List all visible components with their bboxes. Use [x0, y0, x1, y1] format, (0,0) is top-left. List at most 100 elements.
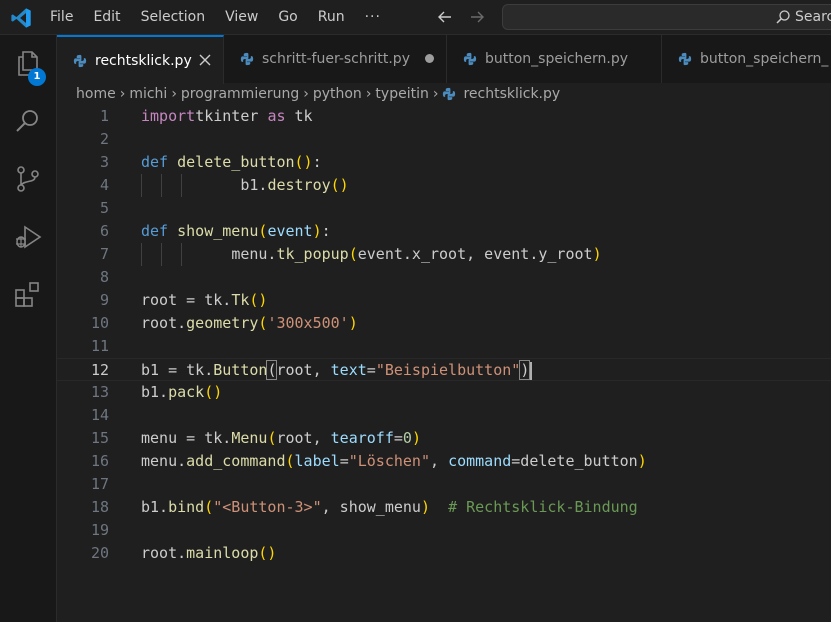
- line-number: 5: [99, 199, 109, 217]
- chevron-right-icon: ›: [303, 86, 309, 102]
- code-text: menu.add_command(label="Löschen", comman…: [141, 452, 647, 470]
- code-line[interactable]: 5: [57, 197, 831, 220]
- line-number: 3: [99, 153, 109, 171]
- python-file-icon: [463, 52, 477, 66]
- code-line[interactable]: 4 b1.destroy(): [57, 174, 831, 197]
- menu-bar: File Edit Selection View Go Run ···: [40, 0, 391, 35]
- tab-bar: rechtsklick.py schritt-fuer-schritt.py b…: [57, 35, 831, 84]
- breadcrumb-michi[interactable]: michi: [129, 86, 167, 102]
- command-center-text: Search: [795, 9, 831, 25]
- line-number: 16: [90, 452, 109, 470]
- line-number: 8: [99, 268, 109, 286]
- breadcrumb-file[interactable]: rechtsklick.py: [442, 86, 560, 102]
- code-line[interactable]: 12 b1 = tk.Button(root, text="Beispielbut…: [57, 358, 831, 381]
- breadcrumb-programmierung[interactable]: programmierung: [181, 86, 299, 102]
- code-line[interactable]: 17: [57, 473, 831, 496]
- code-text: root.geometry('300x500'): [141, 314, 358, 332]
- code-line[interactable]: 14: [57, 404, 831, 427]
- code-text: root = tk.Tk(): [141, 291, 268, 309]
- line-number: 18: [90, 498, 109, 516]
- chevron-right-icon: ›: [365, 86, 372, 102]
- arrow-right-icon[interactable]: [468, 8, 486, 26]
- code-text: importtkinter as tk: [141, 107, 313, 125]
- tab-rechtsklick[interactable]: rechtsklick.py: [57, 35, 224, 84]
- line-number: 4: [99, 176, 109, 194]
- python-file-icon: [240, 52, 254, 66]
- tab-label: rechtsklick.py: [95, 52, 192, 69]
- line-number: 15: [90, 429, 109, 447]
- tab-button-speichern-2[interactable]: button_speichern_: [662, 35, 831, 83]
- menu-selection[interactable]: Selection: [131, 0, 216, 35]
- breadcrumb-file-label: rechtsklick.py: [463, 86, 561, 102]
- line-number: 6: [99, 222, 109, 240]
- code-text: b1 = tk.Button(root, text="Beispielbutto…: [141, 359, 533, 382]
- arrow-left-icon[interactable]: [436, 8, 454, 26]
- line-number: 7: [99, 245, 109, 263]
- code-text: menu = tk.Menu(root, tearoff=0): [141, 429, 421, 447]
- code-text: def delete_button():: [141, 153, 322, 171]
- python-file-icon: [73, 54, 87, 67]
- menu-edit[interactable]: Edit: [83, 0, 130, 35]
- code-text: b1.pack(): [141, 383, 223, 401]
- breadcrumb-python[interactable]: python: [313, 86, 362, 102]
- code-text: def show_menu(event):: [141, 222, 331, 240]
- tab-label: schritt-fuer-schritt.py: [262, 51, 410, 67]
- line-number: 11: [90, 337, 109, 355]
- code-line[interactable]: 6 def show_menu(event):: [57, 220, 831, 243]
- code-text: b1.destroy(): [240, 176, 349, 194]
- code-editor[interactable]: 1 importtkinter as tk 2 3 def delete_button(…: [57, 105, 831, 622]
- source-control-icon: [17, 166, 39, 192]
- breadcrumb-home[interactable]: home: [76, 86, 116, 102]
- code-line[interactable]: 3 def delete_button():: [57, 151, 831, 174]
- modified-dot-icon[interactable]: [425, 54, 434, 63]
- explorer-badge: 1: [28, 68, 46, 86]
- tab-label: button_speichern_: [700, 51, 829, 67]
- code-line[interactable]: 13 b1.pack(): [57, 381, 831, 404]
- line-number: 20: [90, 544, 109, 562]
- menu-more-button[interactable]: ···: [355, 0, 391, 35]
- line-number: 13: [90, 383, 109, 401]
- code-line[interactable]: 15 menu = tk.Menu(root, tearoff=0): [57, 427, 831, 450]
- run-debug-icon: [16, 225, 42, 249]
- search-view-button[interactable]: [12, 105, 44, 137]
- code-text: b1.bind("<Button-3>", show_menu) # Recht…: [141, 498, 638, 516]
- line-number: 1: [99, 107, 109, 125]
- code-line[interactable]: 1 importtkinter as tk: [57, 105, 831, 128]
- code-line[interactable]: 18 b1.bind("<Button-3>", show_menu) # Rec…: [57, 496, 831, 519]
- vscode-logo-icon[interactable]: [10, 7, 32, 29]
- code-line[interactable]: 19: [57, 519, 831, 542]
- chevron-right-icon: ›: [119, 86, 126, 102]
- code-text: root.mainloop(): [141, 544, 277, 562]
- code-line[interactable]: 7 menu.tk_popup(event.x_root, event.y_ro…: [57, 243, 831, 266]
- code-line[interactable]: 16 menu.add_command(label="Löschen", comm…: [57, 450, 831, 473]
- chevron-right-icon: ›: [171, 86, 177, 102]
- line-number: 19: [90, 521, 109, 539]
- menu-file[interactable]: File: [40, 0, 83, 35]
- search-icon: [776, 10, 790, 24]
- menu-run[interactable]: Run: [308, 0, 355, 35]
- tab-schritt-fuer-schritt[interactable]: schritt-fuer-schritt.py: [224, 35, 447, 83]
- tab-button-speichern[interactable]: button_speichern.py: [447, 35, 662, 83]
- line-number: 14: [90, 406, 109, 424]
- chevron-right-icon: ›: [432, 86, 439, 102]
- code-line[interactable]: 2: [57, 128, 831, 151]
- menu-go[interactable]: Go: [268, 0, 307, 35]
- search-icon: [16, 110, 38, 132]
- menu-view[interactable]: View: [215, 0, 268, 35]
- close-icon[interactable]: [197, 52, 213, 68]
- python-file-icon: [678, 52, 692, 66]
- breadcrumb-typeitin[interactable]: typeitin: [375, 86, 428, 102]
- line-number: 10: [90, 314, 109, 332]
- source-control-button[interactable]: [12, 163, 44, 195]
- activity-bar: 1: [0, 35, 57, 622]
- extensions-icon: [15, 282, 39, 307]
- code-line[interactable]: 9 root = tk.Tk(): [57, 289, 831, 312]
- tab-label: button_speichern.py: [485, 51, 629, 67]
- extensions-button[interactable]: [12, 279, 44, 311]
- code-line[interactable]: 8: [57, 266, 831, 289]
- code-line[interactable]: 10 root.geometry('300x500'): [57, 312, 831, 335]
- run-debug-button[interactable]: [12, 221, 44, 253]
- command-center-search[interactable]: Search: [502, 4, 831, 30]
- code-line[interactable]: 11: [57, 335, 831, 358]
- code-line[interactable]: 20 root.mainloop(): [57, 542, 831, 565]
